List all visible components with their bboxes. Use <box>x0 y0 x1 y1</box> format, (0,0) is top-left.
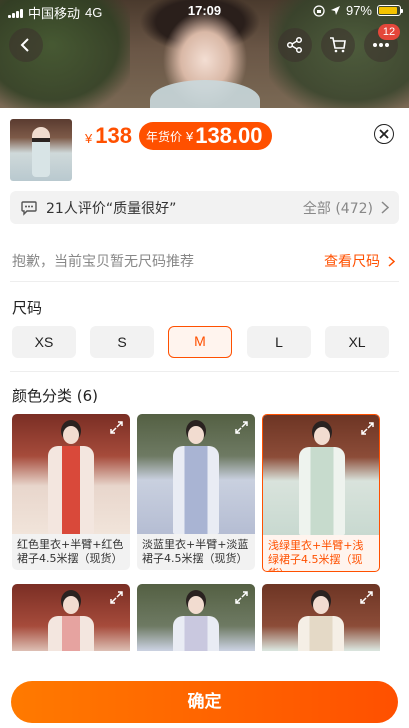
color-section-title: 颜色分类 (6) <box>12 387 99 405</box>
size-recommend-tip: 抱歉，当前宝贝暂无尺码推荐 <box>12 254 194 270</box>
color-option-card[interactable]: 红色里衣+半臂+红色裙子4.5米摆（现货） <box>12 414 130 570</box>
size-option-l[interactable]: L <box>247 326 311 358</box>
expand-icon[interactable] <box>234 590 249 605</box>
chevron-right-icon <box>388 255 395 267</box>
status-bar: 中国移动 4G 17:09 97% <box>0 0 409 22</box>
expand-icon[interactable] <box>359 590 374 605</box>
promo-price: 138.00 <box>195 123 263 148</box>
promo-price-tag: 年货价 ¥ 138.00 <box>138 122 272 150</box>
review-summary-text: 21人评价“质量很好” <box>46 200 177 217</box>
share-button[interactable] <box>278 28 312 62</box>
cart-count-badge: 12 <box>378 24 400 40</box>
product-thumbnail[interactable] <box>10 119 72 181</box>
size-section-title: 尺码 <box>12 299 43 317</box>
expand-icon[interactable] <box>109 420 124 435</box>
share-icon <box>286 36 303 54</box>
expand-icon[interactable] <box>109 590 124 605</box>
back-icon <box>20 38 29 52</box>
size-option-xl[interactable]: XL <box>325 326 389 358</box>
divider <box>10 371 399 372</box>
battery-icon <box>377 5 403 16</box>
size-option-s[interactable]: S <box>90 326 154 358</box>
size-option-xs[interactable]: XS <box>12 326 76 358</box>
comment-icon <box>21 200 37 216</box>
divider <box>10 281 399 282</box>
review-all-count: 全部 (472) <box>302 200 373 217</box>
sku-selection-sheet: ¥138 年货价 ¥ 138.00 21人评价“质量很好” 全部 (472) 抱… <box>0 108 409 728</box>
close-icon <box>379 129 389 139</box>
color-option-caption: 红色里衣+半臂+红色裙子4.5米摆（现货） <box>17 538 124 565</box>
color-option-card-selected[interactable]: 浅绿里衣+半臂+浅绿裙子4.5米摆（现货） <box>262 414 380 572</box>
more-icon <box>373 43 389 47</box>
cart-icon <box>330 37 346 53</box>
location-icon <box>330 6 340 15</box>
product-price: ¥138 <box>85 123 132 148</box>
close-button[interactable] <box>374 124 394 144</box>
expand-icon[interactable] <box>360 421 375 436</box>
confirm-button[interactable]: 确定 <box>11 681 398 723</box>
view-size-chart-link[interactable]: 查看尺码 <box>324 251 395 271</box>
chevron-right-icon <box>381 201 389 214</box>
color-option-image <box>263 415 379 535</box>
expand-icon[interactable] <box>234 420 249 435</box>
color-option-caption: 浅绿里衣+半臂+浅绿裙子4.5米摆（现货） <box>268 539 364 571</box>
color-option-image <box>12 414 130 534</box>
cart-button[interactable] <box>321 28 355 62</box>
battery-percent: 97% <box>345 3 372 18</box>
color-option-image <box>137 414 255 534</box>
size-option-m[interactable]: M <box>168 326 232 358</box>
screen-lock-icon <box>313 4 325 17</box>
price-row: ¥138 年货价 ¥ 138.00 <box>85 121 272 151</box>
promo-label: 年货价 <box>145 129 182 144</box>
photo-model <box>150 80 260 110</box>
review-summary-bar[interactable]: 21人评价“质量很好” 全部 (472) <box>10 191 399 224</box>
color-option-card[interactable]: 淡蓝里衣+半臂+淡蓝裙子4.5米摆（现货） <box>137 414 255 570</box>
color-option-caption: 淡蓝里衣+半臂+淡蓝裙子4.5米摆（现货） <box>142 538 249 565</box>
back-button[interactable] <box>9 28 43 62</box>
